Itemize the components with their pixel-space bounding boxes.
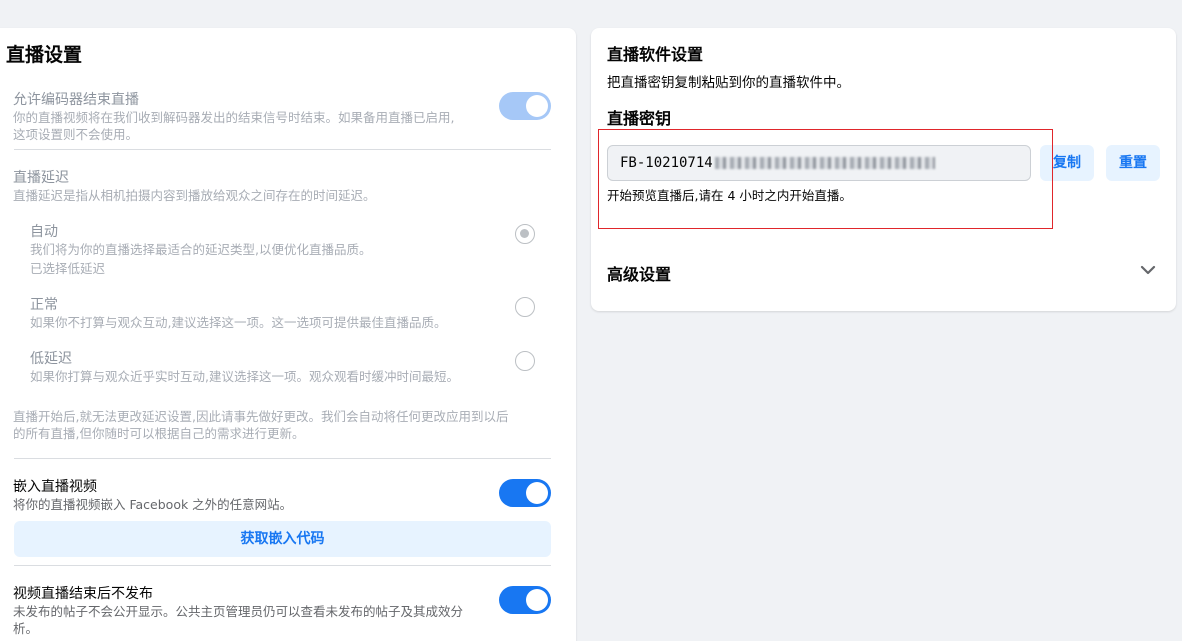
divider bbox=[14, 565, 551, 566]
encoder-end-toggle[interactable] bbox=[499, 92, 551, 120]
advanced-settings-label[interactable]: 高级设置 bbox=[607, 261, 671, 285]
software-settings-desc: 把直播密钥复制粘贴到你的直播软件中。 bbox=[607, 75, 850, 91]
highlight-box bbox=[598, 129, 1053, 229]
latency-low-radio[interactable] bbox=[515, 351, 535, 371]
divider bbox=[14, 149, 551, 150]
latency-desc: 直播延迟是指从相机拍摄内容到播放给观众之间存在的时间延迟。 bbox=[13, 188, 376, 203]
latency-option-auto-label: 自动 bbox=[30, 224, 58, 240]
unpublish-desc-1: 未发布的帖子不会公开显示。公共主页管理员仍可以查看未发布的帖子及其成效分 bbox=[13, 604, 464, 619]
embed-desc: 将你的直播视频嵌入 Facebook 之外的任意网站。 bbox=[13, 497, 293, 512]
latency-auto-radio[interactable] bbox=[515, 224, 535, 244]
latency-option-auto-desc: 我们将为你的直播选择最适合的延迟类型,以便优化直播品质。 bbox=[30, 242, 372, 257]
encoder-end-label: 允许编码器结束直播 bbox=[13, 92, 139, 108]
latency-label: 直播延迟 bbox=[13, 170, 69, 186]
latency-option-normal-label: 正常 bbox=[30, 297, 58, 313]
software-settings-panel: 直播软件设置 把直播密钥复制粘贴到你的直播软件中。 直播密钥 FB-102107… bbox=[591, 28, 1176, 311]
software-settings-title: 直播软件设置 bbox=[607, 45, 704, 64]
unpublish-label: 视频直播结束后不发布 bbox=[13, 586, 153, 602]
stream-key-label: 直播密钥 bbox=[607, 109, 672, 128]
get-embed-code-button[interactable]: 获取嵌入代码 bbox=[14, 521, 551, 557]
unpublish-toggle[interactable] bbox=[499, 586, 551, 614]
latency-option-normal-desc: 如果你不打算与观众互动,建议选择这一项。这一选项可提供最佳直播品质。 bbox=[30, 315, 447, 330]
latency-option-auto-note: 已选择低延迟 bbox=[30, 261, 106, 276]
unpublish-desc-2: 析。 bbox=[13, 621, 39, 636]
chevron-down-icon[interactable] bbox=[1139, 261, 1157, 279]
latency-footnote-1: 直播开始后,就无法更改延迟设置,因此请事先做好更改。我们会自动将任何更改应用到以… bbox=[13, 409, 509, 424]
embed-toggle[interactable] bbox=[499, 479, 551, 507]
live-settings-panel: 直播设置 允许编码器结束直播 你的直播视频将在我们收到解码器发出的结束信号时结束… bbox=[0, 28, 576, 641]
embed-label: 嵌入直播视频 bbox=[13, 479, 97, 495]
latency-option-low-label: 低延迟 bbox=[30, 351, 72, 367]
latency-footnote-2: 的所有直播,但你随时可以根据自己的需求进行更新。 bbox=[13, 426, 305, 441]
latency-option-low-desc: 如果你打算与观众近乎实时互动,建议选择这一项。观众观看时缓冲时间最短。 bbox=[30, 369, 459, 384]
encoder-end-desc-1: 你的直播视频将在我们收到解码器发出的结束信号时结束。如果备用直播已启用, bbox=[13, 110, 455, 125]
encoder-end-desc-2: 这项设置则不会使用。 bbox=[13, 127, 139, 142]
live-settings-title: 直播设置 bbox=[6, 44, 83, 66]
latency-normal-radio[interactable] bbox=[515, 297, 535, 317]
divider bbox=[14, 458, 551, 459]
reset-key-button[interactable]: 重置 bbox=[1106, 145, 1160, 181]
